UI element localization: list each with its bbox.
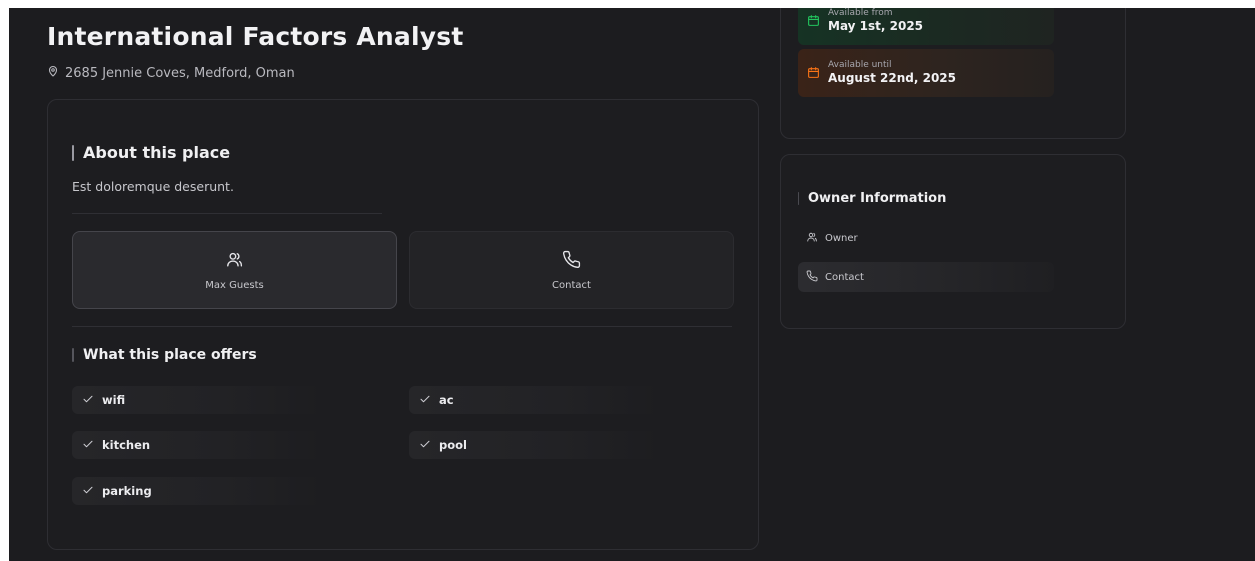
amenity-item: kitchen bbox=[72, 431, 322, 459]
available-until-date: August 22nd, 2025 bbox=[828, 71, 956, 85]
available-until-pill: Available until August 22nd, 2025 bbox=[798, 49, 1054, 97]
heading-accent-bar bbox=[72, 348, 74, 362]
check-icon bbox=[82, 393, 94, 408]
available-from-date: May 1st, 2025 bbox=[828, 19, 924, 33]
owner-row: Owner bbox=[798, 223, 1054, 253]
amenity-label: wifi bbox=[102, 393, 126, 407]
offers-divider bbox=[72, 326, 732, 327]
location-text: 2685 Jennie Coves, Medford, Oman bbox=[65, 65, 295, 81]
users-icon bbox=[806, 231, 818, 246]
amenity-item: wifi bbox=[72, 386, 322, 414]
phone-icon bbox=[806, 270, 818, 285]
check-icon bbox=[82, 484, 94, 499]
amenity-item: parking bbox=[72, 477, 322, 505]
listing-page: International Factors Analyst 2685 Jenni… bbox=[9, 8, 1255, 561]
amenity-label: parking bbox=[102, 484, 152, 498]
max-guests-label: Max Guests bbox=[205, 279, 264, 291]
amenity-label: kitchen bbox=[102, 438, 151, 452]
max-guests-button[interactable]: Max Guests bbox=[72, 231, 397, 309]
offers-heading: What this place offers bbox=[72, 347, 257, 363]
phone-icon bbox=[562, 250, 581, 272]
calendar-icon bbox=[807, 64, 820, 83]
about-heading-text: About this place bbox=[83, 143, 231, 162]
listing-location: 2685 Jennie Coves, Medford, Oman bbox=[47, 65, 295, 81]
contact-label: Contact bbox=[552, 279, 591, 291]
about-divider bbox=[72, 213, 382, 214]
heading-accent-bar bbox=[798, 192, 799, 205]
heading-accent-bar bbox=[72, 144, 74, 161]
owner-heading: Owner Information bbox=[798, 191, 946, 206]
check-icon bbox=[419, 438, 431, 453]
check-icon bbox=[419, 393, 431, 408]
about-description: Est doloremque deserunt. bbox=[72, 179, 234, 194]
listing-details-card: About this place Est doloremque deserunt… bbox=[47, 99, 759, 550]
owner-contact-button[interactable]: Contact bbox=[798, 262, 1054, 292]
amenity-item: ac bbox=[409, 386, 659, 414]
owner-contact-label: Contact bbox=[825, 271, 864, 283]
availability-card: Available from May 1st, 2025 Available u… bbox=[780, 8, 1126, 139]
listing-title: International Factors Analyst bbox=[47, 22, 464, 51]
amenity-label: ac bbox=[439, 393, 454, 407]
contact-button[interactable]: Contact bbox=[409, 231, 734, 309]
available-from-pill: Available from May 1st, 2025 bbox=[798, 8, 1054, 45]
users-icon bbox=[225, 250, 244, 272]
available-until-label: Available until bbox=[828, 60, 892, 70]
calendar-icon bbox=[807, 12, 820, 31]
available-from-label: Available from bbox=[828, 8, 893, 18]
owner-heading-text: Owner Information bbox=[808, 191, 947, 206]
about-heading: About this place bbox=[72, 143, 230, 162]
owner-label: Owner bbox=[825, 232, 858, 244]
owner-info-card: Owner Information Owner Contact bbox=[780, 154, 1126, 329]
offers-heading-text: What this place offers bbox=[83, 347, 257, 363]
amenity-label: pool bbox=[439, 438, 467, 452]
check-icon bbox=[82, 438, 94, 453]
map-pin-icon bbox=[47, 65, 59, 81]
amenity-item: pool bbox=[409, 431, 659, 459]
